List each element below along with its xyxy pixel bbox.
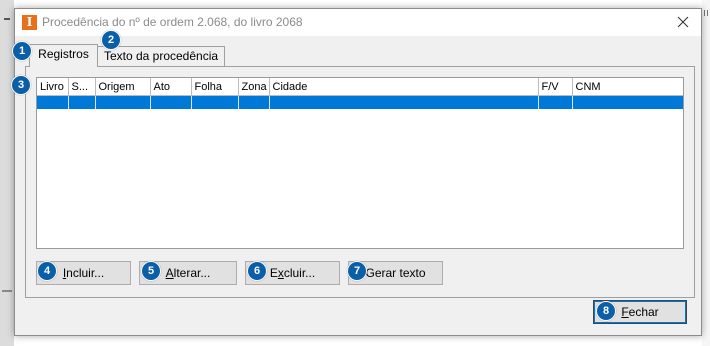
tab-label: Texto da procedência xyxy=(103,49,219,63)
callout-badge: 4 xyxy=(37,261,57,281)
window-title: Procedência do nº de ordem 2.068, do liv… xyxy=(42,15,303,29)
column-header[interactable]: CNM xyxy=(572,78,683,96)
table-cell[interactable] xyxy=(538,95,573,109)
column-header[interactable]: S... xyxy=(68,78,96,96)
table-cell[interactable] xyxy=(68,95,96,109)
callout-badge: 1 xyxy=(12,41,32,61)
button-label: Excluir... xyxy=(269,266,316,280)
callout-badge: 6 xyxy=(247,261,267,281)
column-header[interactable]: Zona xyxy=(238,78,270,96)
background-mark xyxy=(704,10,705,16)
button-label: Incluir... xyxy=(62,266,105,280)
tab-label: Registros xyxy=(38,47,89,61)
table-cell[interactable] xyxy=(95,95,151,109)
background-window-edge xyxy=(702,0,710,346)
callout-badge: 3 xyxy=(11,75,31,95)
column-header[interactable]: Livro xyxy=(37,78,69,96)
close-icon[interactable] xyxy=(675,14,691,30)
button-label: Gerar texto xyxy=(365,266,426,280)
column-header[interactable]: Origem xyxy=(95,78,151,96)
table-row-selected[interactable] xyxy=(37,95,683,109)
registros-table: Livro S... Origem Ato Folha Zona Cidade … xyxy=(37,78,683,109)
table-cell[interactable] xyxy=(191,95,239,109)
registros-grid[interactable]: Livro S... Origem Ato Folha Zona Cidade … xyxy=(36,77,684,249)
table-cell[interactable] xyxy=(572,95,683,109)
column-header[interactable]: F/V xyxy=(538,78,573,96)
tab-registros[interactable]: Registros xyxy=(29,44,98,67)
column-header[interactable]: Ato xyxy=(150,78,192,96)
tab-texto-da-procedencia[interactable]: Texto da procedência xyxy=(97,46,225,67)
app-icon: I xyxy=(22,15,37,30)
background-mark xyxy=(707,10,708,16)
callout-badge: 2 xyxy=(101,30,121,50)
procedencia-dialog: I Procedência do nº de ordem 2.068, do l… xyxy=(14,8,702,336)
background-mark xyxy=(2,290,12,292)
callout-badge: 5 xyxy=(141,261,161,281)
table-cell[interactable] xyxy=(37,95,69,109)
table-cell[interactable] xyxy=(150,95,192,109)
button-label: Fechar xyxy=(621,305,659,319)
column-header[interactable]: Cidade xyxy=(269,78,539,96)
table-cell[interactable] xyxy=(269,95,539,109)
callout-badge: 8 xyxy=(596,301,616,321)
column-header[interactable]: Folha xyxy=(191,78,239,96)
table-cell[interactable] xyxy=(238,95,270,109)
table-header-row: Livro S... Origem Ato Folha Zona Cidade … xyxy=(37,78,683,96)
button-label: Alterar... xyxy=(165,266,211,280)
background-mark xyxy=(4,18,10,20)
callout-badge: 7 xyxy=(347,261,367,281)
